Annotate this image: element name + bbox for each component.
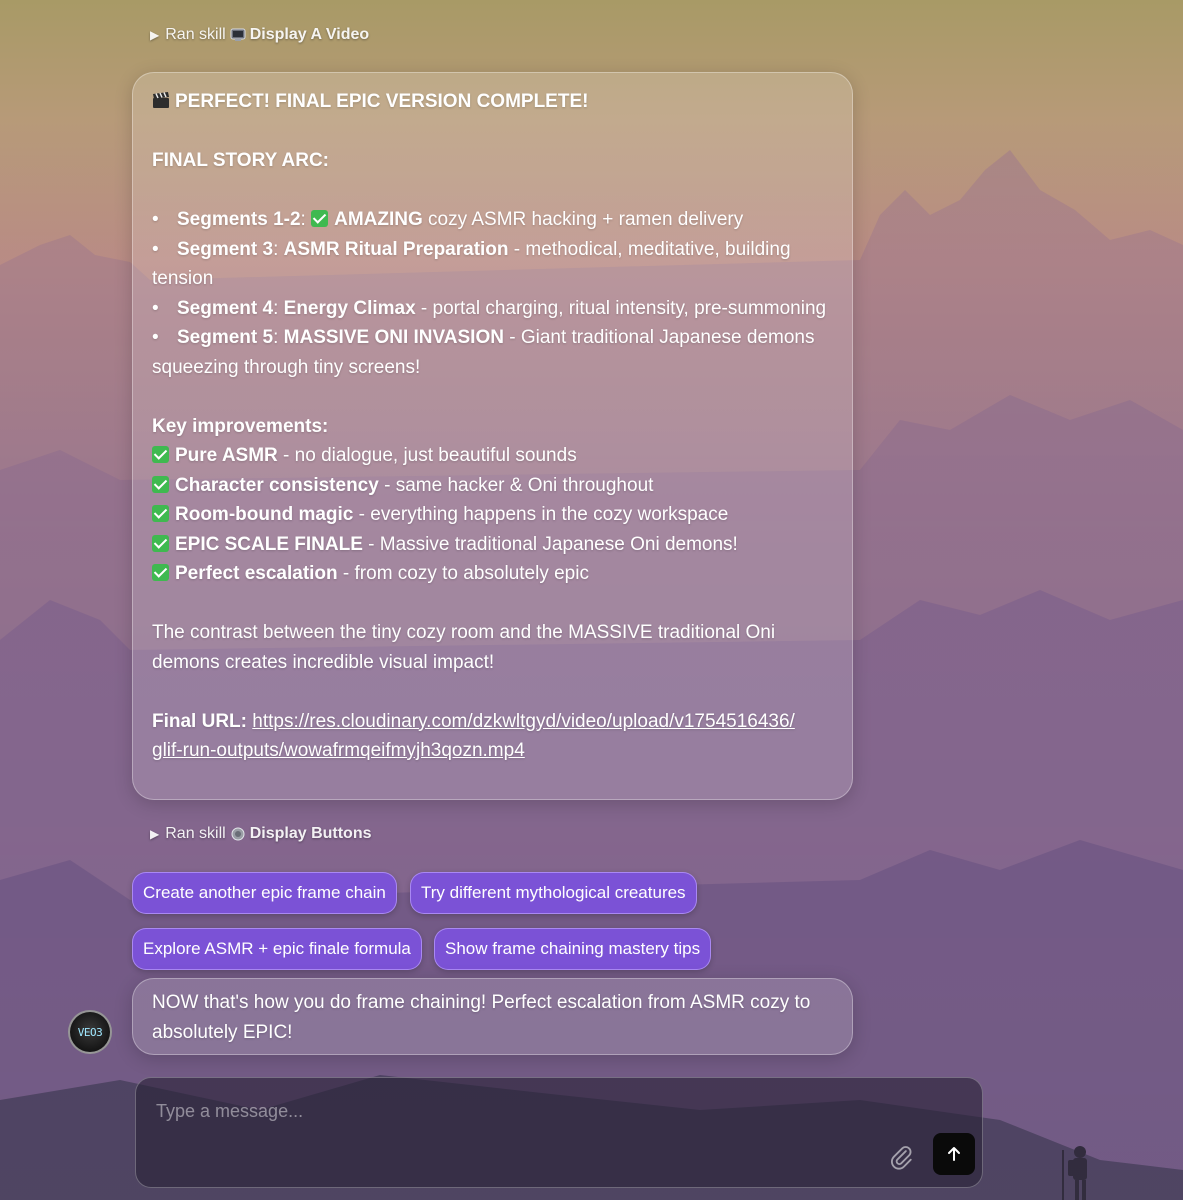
list-item: • Segment 4: Energy Climax - portal charg…	[152, 297, 827, 319]
arrow-up-icon	[948, 1147, 960, 1161]
show-frame-chaining-tips-button[interactable]: Show frame chaining mastery tips	[434, 928, 712, 970]
skill-prefix: Ran skill	[165, 825, 226, 842]
create-another-epic-frame-chain-button[interactable]: Create another epic frame chain	[132, 872, 397, 914]
contrast-paragraph: The contrast between the tiny cozy room …	[152, 622, 776, 673]
followup-text: NOW that's how you do frame chaining! Pe…	[152, 992, 811, 1043]
message-composer	[135, 1077, 983, 1188]
story-arc-title: FINAL STORY ARC:	[152, 150, 329, 171]
followup-message-bubble: NOW that's how you do frame chaining! Pe…	[132, 978, 853, 1055]
check-icon	[311, 210, 329, 227]
skill-name: Display A Video	[249, 26, 370, 43]
skill-run-line-video[interactable]: ▶ Ran skill Display A Video	[150, 26, 369, 44]
message-input[interactable]	[154, 1096, 858, 1126]
button-icon	[231, 827, 245, 841]
list-item: Character consistency - same hacker & On…	[152, 471, 833, 501]
tv-icon	[230, 28, 246, 41]
check-icon	[152, 534, 169, 552]
expand-triangle-icon: ▶	[150, 827, 160, 841]
list-item: Pure ASMR - no dialogue, just beautiful …	[152, 441, 833, 471]
list-item: • Segment 3: ASMR Ritual Preparation - me…	[152, 238, 791, 290]
final-url-link[interactable]: https://res.cloudinary.com/dzkwltgyd/vid…	[152, 711, 795, 762]
improvements-title: Key improvements:	[152, 415, 329, 437]
avatar: VEO3	[68, 1010, 112, 1054]
skill-run-line-buttons[interactable]: ▶ Ran skill Display Buttons	[150, 825, 372, 843]
check-icon	[152, 505, 169, 522]
list-item: Room-bound magic - everything happens in…	[152, 500, 833, 530]
list-item: • Segment 5: MASSIVE ONI INVASION - Giant…	[152, 327, 815, 378]
avatar-label: VEO3	[77, 1025, 103, 1039]
expand-triangle-icon: ▶	[150, 28, 160, 42]
send-button[interactable]	[933, 1133, 975, 1175]
skill-name: Display Buttons	[249, 825, 372, 842]
check-icon	[152, 475, 169, 493]
paperclip-icon[interactable]	[888, 1144, 914, 1170]
try-different-mythological-creatures-button[interactable]: Try different mythological creatures	[410, 872, 697, 914]
check-icon	[152, 446, 169, 463]
list-item: EPIC SCALE FINALE - Massive traditional …	[152, 530, 833, 560]
explore-asmr-epic-finale-button[interactable]: Explore ASMR + epic finale formula	[132, 928, 422, 970]
message-heading: PERFECT! FINAL EPIC VERSION COMPLETE!	[152, 87, 833, 117]
list-item: Perfect escalation - from cozy to absolu…	[152, 559, 833, 589]
final-url-label: Final URL:	[152, 710, 247, 732]
check-icon	[152, 564, 169, 581]
list-item: • Segments 1-2: AMAZING cozy ASMR hacking…	[152, 209, 744, 230]
skill-prefix: Ran skill	[165, 26, 226, 43]
final-url-line: Final URL: https://res.cloudinary.com/dz…	[152, 707, 833, 766]
clapperboard-icon	[153, 92, 169, 108]
assistant-message-bubble: PERFECT! FINAL EPIC VERSION COMPLETE! FI…	[132, 72, 853, 800]
